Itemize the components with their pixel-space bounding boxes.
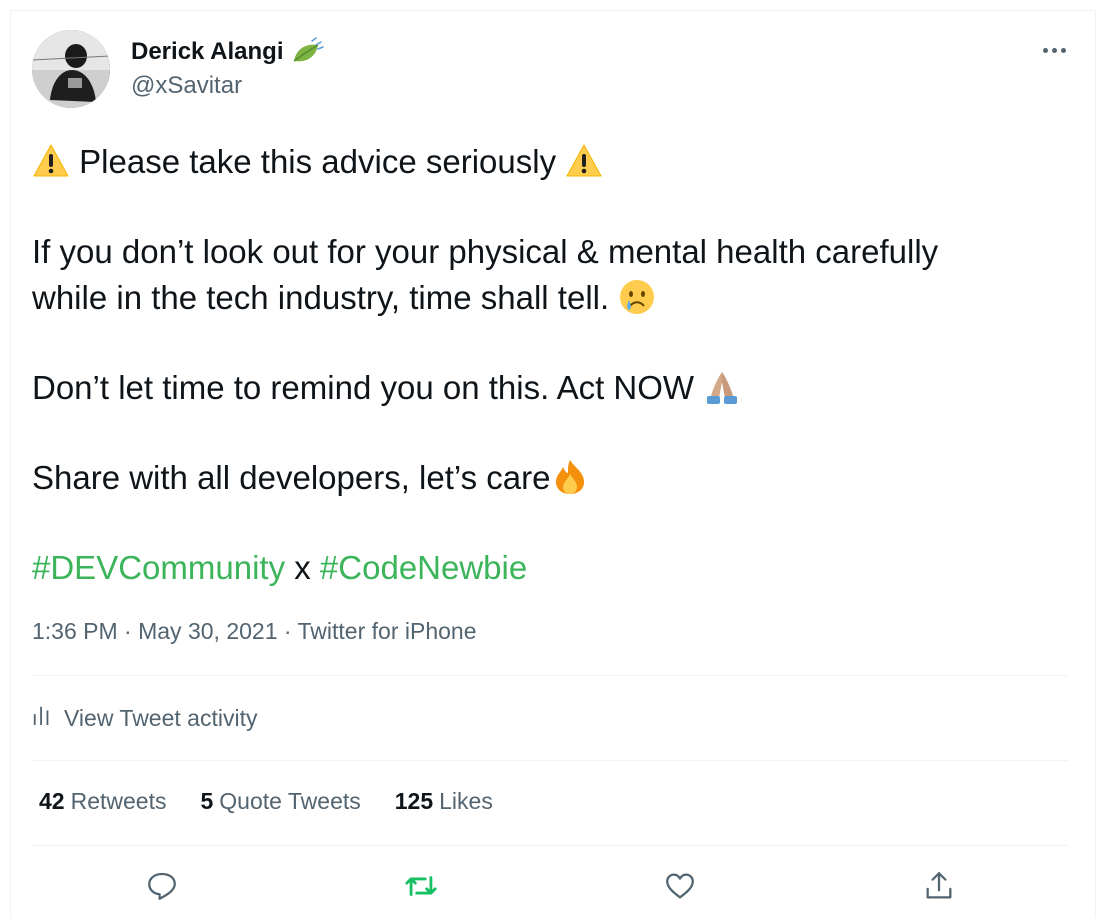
more-dot-icon [1051, 47, 1057, 53]
divider [32, 675, 1068, 676]
tweet-time-link[interactable]: 1:36 PM [32, 618, 118, 644]
heart-icon [665, 873, 694, 899]
more-dot-icon [1060, 47, 1066, 53]
retweets-label: Retweets [70, 788, 167, 814]
share-icon [926, 872, 951, 899]
tweet-text-line: Don’t let time to remind you on this. Ac… [32, 369, 695, 406]
tweet-line-1: Please take this advice seriously [32, 139, 1082, 185]
tweet-line-3: while in the tech industry, time shall t… [32, 275, 1082, 321]
likes-count: 125 [394, 788, 434, 814]
tweet-date-link[interactable]: May 30, 2021 [138, 618, 277, 644]
author-display-name[interactable]: Derick Alangi [131, 38, 284, 66]
likes-stat[interactable]: 125 Likes [395, 788, 493, 815]
crying-face-icon [618, 278, 656, 316]
avatar[interactable] [32, 30, 110, 108]
quote-tweets-label: Quote Tweets [219, 788, 361, 814]
like-button[interactable] [660, 866, 700, 906]
retweet-icon [404, 876, 437, 896]
leaf-fluttering-in-wind-icon [290, 37, 324, 67]
likes-label: Likes [439, 788, 493, 814]
tweet-actions [32, 861, 1068, 911]
tweet-source-link[interactable]: Twitter for iPhone [298, 618, 477, 644]
hashtag-link[interactable]: #DEVCommunity [32, 549, 285, 586]
tweet-line-4: Don’t let time to remind you on this. Ac… [32, 365, 1082, 411]
retweets-stat[interactable]: 42 Retweets [39, 788, 166, 815]
divider [32, 760, 1068, 761]
warning-icon [565, 142, 603, 180]
quote-tweets-stat[interactable]: 5 Quote Tweets [200, 788, 360, 815]
author-handle[interactable]: @xSavitar [131, 72, 242, 100]
reply-icon [147, 872, 176, 900]
warning-icon [32, 142, 70, 180]
tweet-stats: 42 Retweets 5 Quote Tweets 125 Likes [39, 788, 493, 815]
more-dot-icon [1042, 47, 1048, 53]
reply-button[interactable] [142, 866, 182, 906]
more-options-button[interactable] [1037, 37, 1071, 63]
tweet-text-line: Please take this advice seriously [79, 143, 557, 180]
tweet-text-line: Share with all developers, let’s care [32, 459, 551, 496]
retweet-button[interactable] [401, 866, 441, 906]
tweet-hashtags: #DEVCommunity x #CodeNewbie [32, 545, 1082, 591]
view-tweet-activity-button[interactable]: View Tweet activity [32, 703, 257, 733]
view-tweet-activity-label: View Tweet activity [64, 704, 258, 731]
tweet-line-2: If you don’t look out for your physical … [32, 233, 939, 270]
share-button[interactable] [919, 866, 959, 906]
folded-hands-icon [703, 368, 741, 406]
retweets-count: 42 [39, 788, 65, 814]
meta-separator: · [117, 618, 139, 644]
tweet-text-line: while in the tech industry, time shall t… [32, 279, 610, 316]
avatar-image [32, 30, 110, 108]
tweet-card: Derick Alangi @xSavitar Please take this… [10, 10, 1096, 918]
author-display-name-row[interactable]: Derick Alangi [131, 37, 324, 67]
quote-tweets-count: 5 [200, 788, 214, 814]
divider [32, 845, 1068, 846]
meta-separator: · [277, 618, 298, 644]
analytics-icon [32, 703, 52, 733]
hashtag-link[interactable]: #CodeNewbie [320, 549, 527, 586]
tweet-text: Please take this advice seriously If you… [32, 139, 1082, 591]
hashtag-separator: x [294, 549, 311, 586]
fire-icon [551, 458, 589, 496]
tweet-line-5: Share with all developers, let’s care [32, 455, 1082, 501]
tweet-meta: 1:36 PM · May 30, 2021 · Twitter for iPh… [32, 618, 476, 645]
